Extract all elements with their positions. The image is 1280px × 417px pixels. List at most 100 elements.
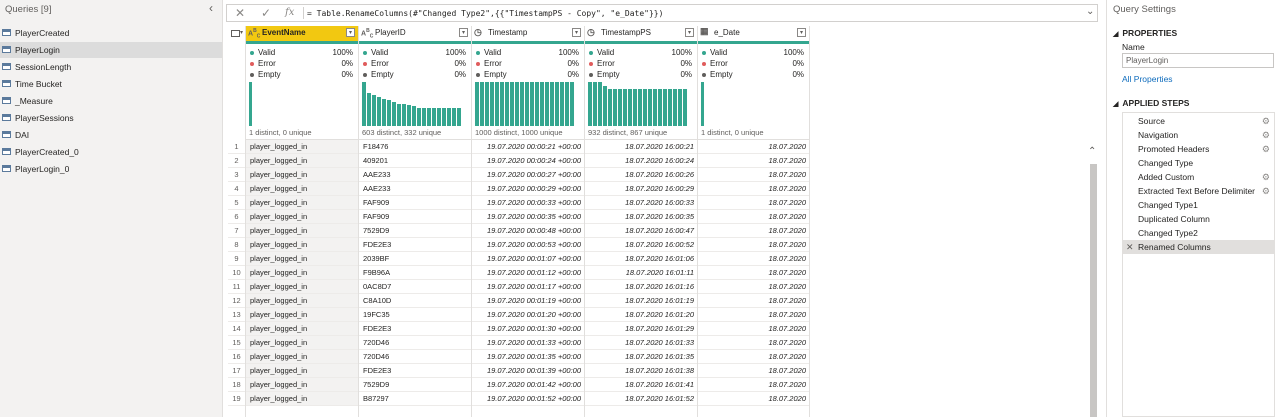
properties-section[interactable]: ◢ PROPERTIES bbox=[1113, 28, 1177, 38]
applied-step[interactable]: Source ⚙ bbox=[1123, 114, 1274, 128]
table-cell[interactable]: 18.07.2020 16:00:29 bbox=[585, 182, 697, 196]
table-cell[interactable]: 18.07.2020 bbox=[698, 140, 809, 154]
table-cell[interactable]: player_logged_in bbox=[246, 182, 358, 196]
table-cell[interactable]: player_logged_in bbox=[246, 210, 358, 224]
table-cell[interactable]: 18.07.2020 bbox=[698, 224, 809, 238]
applied-steps-section[interactable]: ◢ APPLIED STEPS bbox=[1113, 98, 1189, 108]
table-cell[interactable]: 19.07.2020 00:00:21 +00:00 bbox=[472, 140, 584, 154]
table-cell[interactable]: 7529D9 bbox=[359, 378, 471, 392]
row-number[interactable]: 1 bbox=[228, 140, 245, 154]
table-cell[interactable]: 18.07.2020 bbox=[698, 168, 809, 182]
gear-icon[interactable]: ⚙ bbox=[1262, 184, 1270, 198]
table-cell[interactable]: 18.07.2020 bbox=[698, 336, 809, 350]
query-item[interactable]: PlayerLogin bbox=[0, 42, 222, 58]
text-type-icon[interactable]: ABC bbox=[248, 28, 260, 40]
delete-step-icon[interactable]: ✕ bbox=[1126, 240, 1134, 254]
query-item[interactable]: SessionLength bbox=[0, 59, 222, 75]
table-cell[interactable]: player_logged_in bbox=[246, 266, 358, 280]
row-number[interactable]: 11 bbox=[228, 280, 245, 294]
table-cell[interactable]: FAF909 bbox=[359, 196, 471, 210]
table-cell[interactable]: player_logged_in bbox=[246, 350, 358, 364]
query-item[interactable]: Time Bucket bbox=[0, 76, 222, 92]
filter-dropdown-icon[interactable]: ▾ bbox=[459, 28, 468, 37]
table-cell[interactable]: 18.07.2020 16:00:21 bbox=[585, 140, 697, 154]
table-cell[interactable]: 19.07.2020 00:01:19 +00:00 bbox=[472, 294, 584, 308]
table-cell[interactable]: player_logged_in bbox=[246, 140, 358, 154]
datetime-type-icon[interactable]: ◷ bbox=[587, 27, 595, 38]
date-type-icon[interactable]: ▦ bbox=[700, 26, 709, 37]
table-cell[interactable]: 19.07.2020 00:00:29 +00:00 bbox=[472, 182, 584, 196]
table-cell[interactable]: 18.07.2020 bbox=[698, 252, 809, 266]
table-cell[interactable]: 19.07.2020 00:00:24 +00:00 bbox=[472, 154, 584, 168]
table-cell[interactable]: 18.07.2020 bbox=[698, 294, 809, 308]
table-cell[interactable]: 18.07.2020 16:01:33 bbox=[585, 336, 697, 350]
table-cell[interactable]: 18.07.2020 bbox=[698, 210, 809, 224]
row-number[interactable]: 8 bbox=[228, 238, 245, 252]
table-cell[interactable]: 18.07.2020 16:01:19 bbox=[585, 294, 697, 308]
collapse-chevron-icon[interactable]: ‹ bbox=[209, 1, 213, 15]
table-cell[interactable]: 19.07.2020 00:01:07 +00:00 bbox=[472, 252, 584, 266]
applied-step[interactable]: Extracted Text Before Delimiter ⚙ bbox=[1123, 184, 1274, 198]
query-item[interactable]: PlayerCreated_0 bbox=[0, 144, 222, 160]
table-cell[interactable]: 18.07.2020 16:01:29 bbox=[585, 322, 697, 336]
row-number[interactable]: 10 bbox=[228, 266, 245, 280]
table-cell[interactable]: 19.07.2020 00:00:48 +00:00 bbox=[472, 224, 584, 238]
table-cell[interactable]: 18.07.2020 bbox=[698, 196, 809, 210]
table-cell[interactable]: 18.07.2020 16:01:11 bbox=[585, 266, 697, 280]
table-cell[interactable]: 18.07.2020 16:01:20 bbox=[585, 308, 697, 322]
filter-dropdown-icon[interactable]: ▾ bbox=[346, 28, 355, 37]
chevron-up-icon[interactable]: ⌃ bbox=[1088, 146, 1096, 157]
table-cell[interactable]: 18.07.2020 bbox=[698, 182, 809, 196]
table-cell[interactable]: 7529D9 bbox=[359, 224, 471, 238]
query-item[interactable]: PlayerLogin_0 bbox=[0, 161, 222, 177]
table-cell[interactable]: player_logged_in bbox=[246, 224, 358, 238]
table-cell[interactable]: 18.07.2020 16:00:33 bbox=[585, 196, 697, 210]
table-cell[interactable]: 19.07.2020 00:01:20 +00:00 bbox=[472, 308, 584, 322]
table-cell[interactable]: 18.07.2020 16:01:16 bbox=[585, 280, 697, 294]
table-cell[interactable]: 19.07.2020 00:00:35 +00:00 bbox=[472, 210, 584, 224]
table-cell[interactable]: 19.07.2020 00:01:39 +00:00 bbox=[472, 364, 584, 378]
table-cell[interactable]: player_logged_in bbox=[246, 336, 358, 350]
table-cell[interactable]: player_logged_in bbox=[246, 294, 358, 308]
query-name-input[interactable]: PlayerLogin bbox=[1122, 53, 1274, 68]
table-cell[interactable]: 19.07.2020 00:00:33 +00:00 bbox=[472, 196, 584, 210]
table-cell[interactable]: player_logged_in bbox=[246, 252, 358, 266]
table-cell[interactable]: 19.07.2020 00:01:42 +00:00 bbox=[472, 378, 584, 392]
row-number[interactable]: 12 bbox=[228, 294, 245, 308]
table-cell[interactable]: 19.07.2020 00:00:27 +00:00 bbox=[472, 168, 584, 182]
table-cell[interactable]: 18.07.2020 bbox=[698, 364, 809, 378]
row-number[interactable]: 3 bbox=[228, 168, 245, 182]
table-cell[interactable]: 18.07.2020 16:00:26 bbox=[585, 168, 697, 182]
table-cell[interactable]: 18.07.2020 bbox=[698, 266, 809, 280]
table-cell[interactable]: FDE2E3 bbox=[359, 238, 471, 252]
row-number[interactable]: 16 bbox=[228, 350, 245, 364]
applied-step[interactable]: Added Custom ⚙ bbox=[1123, 170, 1274, 184]
gear-icon[interactable]: ⚙ bbox=[1262, 128, 1270, 142]
row-number[interactable]: 15 bbox=[228, 336, 245, 350]
table-cell[interactable]: player_logged_in bbox=[246, 308, 358, 322]
table-cell[interactable]: 18.07.2020 bbox=[698, 378, 809, 392]
filter-dropdown-icon[interactable]: ▾ bbox=[572, 28, 581, 37]
column-header[interactable]: ◷ Timestamp ▾ bbox=[472, 26, 584, 44]
row-number[interactable]: 6 bbox=[228, 210, 245, 224]
applied-step[interactable]: Duplicated Column bbox=[1123, 212, 1274, 226]
table-cell[interactable]: F18476 bbox=[359, 140, 471, 154]
table-cell[interactable]: B87297 bbox=[359, 392, 471, 406]
close-icon[interactable]: ✕ bbox=[235, 6, 245, 20]
table-cell[interactable]: 19.07.2020 00:01:33 +00:00 bbox=[472, 336, 584, 350]
row-number[interactable]: 4 bbox=[228, 182, 245, 196]
query-item[interactable]: PlayerSessions bbox=[0, 110, 222, 126]
table-cell[interactable]: 18.07.2020 bbox=[698, 154, 809, 168]
table-cell[interactable]: player_logged_in bbox=[246, 322, 358, 336]
table-cell[interactable]: 2039BF bbox=[359, 252, 471, 266]
row-number[interactable]: 17 bbox=[228, 364, 245, 378]
table-cell[interactable]: 18.07.2020 16:00:52 bbox=[585, 238, 697, 252]
row-number[interactable]: 19 bbox=[228, 392, 245, 406]
table-cell[interactable]: 18.07.2020 bbox=[698, 322, 809, 336]
table-cell[interactable]: FAF909 bbox=[359, 210, 471, 224]
table-cell[interactable]: 720D46 bbox=[359, 336, 471, 350]
formula-text[interactable]: = Table.RenameColumns(#"Changed Type2",{… bbox=[307, 9, 663, 18]
query-item[interactable]: DAI bbox=[0, 127, 222, 143]
table-cell[interactable]: player_logged_in bbox=[246, 168, 358, 182]
table-cell[interactable]: 19.07.2020 00:01:17 +00:00 bbox=[472, 280, 584, 294]
